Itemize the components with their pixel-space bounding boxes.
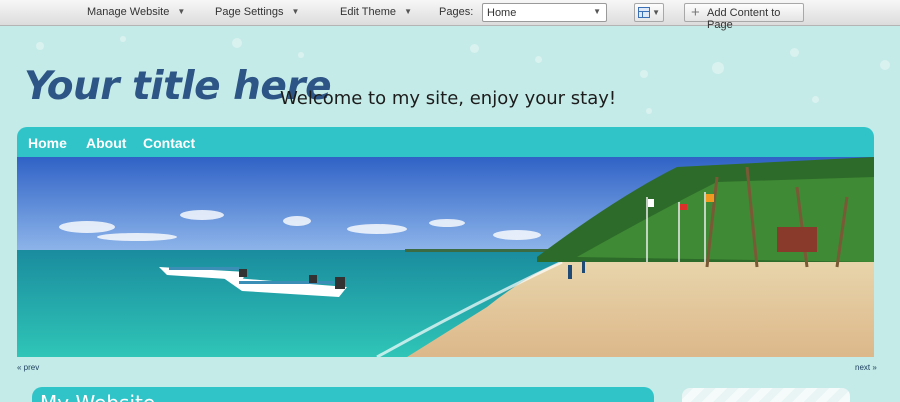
main-nav: Home About Contact	[17, 127, 874, 157]
layout-grid-icon	[638, 7, 650, 18]
bubble-decoration	[470, 44, 479, 53]
hero-image	[17, 157, 874, 357]
nav-item-contact[interactable]: Contact	[143, 135, 195, 151]
layout-button[interactable]: ▼	[634, 3, 664, 22]
plus-icon: +	[691, 4, 700, 21]
bubble-decoration	[790, 48, 799, 57]
sidebar-box	[682, 388, 850, 402]
bubble-decoration	[36, 42, 44, 50]
chevron-down-icon: ▼	[652, 8, 660, 17]
pages-select-value: Home	[487, 7, 517, 19]
chevron-down-icon: ▼	[177, 7, 186, 16]
bubble-decoration	[812, 96, 819, 103]
admin-toolbar: Manage Website ▼ Page Settings ▼ Edit Them…	[0, 0, 900, 31]
bubble-decoration	[298, 52, 304, 58]
content-header: My Website	[32, 387, 654, 402]
page-settings-menu[interactable]: Page Settings ▼	[215, 6, 299, 18]
manage-website-label: Manage Website	[87, 6, 170, 18]
bubble-decoration	[880, 60, 890, 70]
pages-select[interactable]: Home ▼	[482, 3, 607, 22]
edit-theme-label: Edit Theme	[340, 6, 397, 18]
add-content-label: Add Content to Page	[707, 7, 781, 31]
distant-shore	[405, 249, 555, 252]
nav-item-home[interactable]: Home	[28, 135, 67, 151]
chevron-down-icon: ▼	[593, 7, 601, 16]
page-settings-label: Page Settings	[215, 6, 284, 18]
bubble-decoration	[120, 36, 126, 42]
beach-illustration	[17, 157, 874, 357]
add-content-button[interactable]: + Add Content to Page	[684, 3, 804, 31]
nav-item-about[interactable]: About	[86, 135, 126, 151]
pages-label: Pages:	[439, 6, 474, 18]
manage-website-menu[interactable]: Manage Website ▼	[87, 6, 185, 18]
slider-prev-link[interactable]: « prev	[17, 363, 39, 372]
bubble-decoration	[646, 108, 652, 114]
bubble-decoration	[712, 62, 724, 74]
bubble-decoration	[640, 70, 648, 78]
content-title: My Website	[40, 391, 155, 402]
site-tagline: Welcome to my site, enjoy your stay!	[280, 88, 617, 109]
slider-next-link[interactable]: next »	[855, 363, 877, 372]
chevron-down-icon: ▼	[404, 7, 412, 16]
bubble-decoration	[535, 56, 542, 63]
edit-theme-menu[interactable]: Edit Theme ▼	[340, 6, 412, 18]
chevron-down-icon: ▼	[291, 7, 300, 16]
bubble-decoration	[232, 38, 242, 48]
